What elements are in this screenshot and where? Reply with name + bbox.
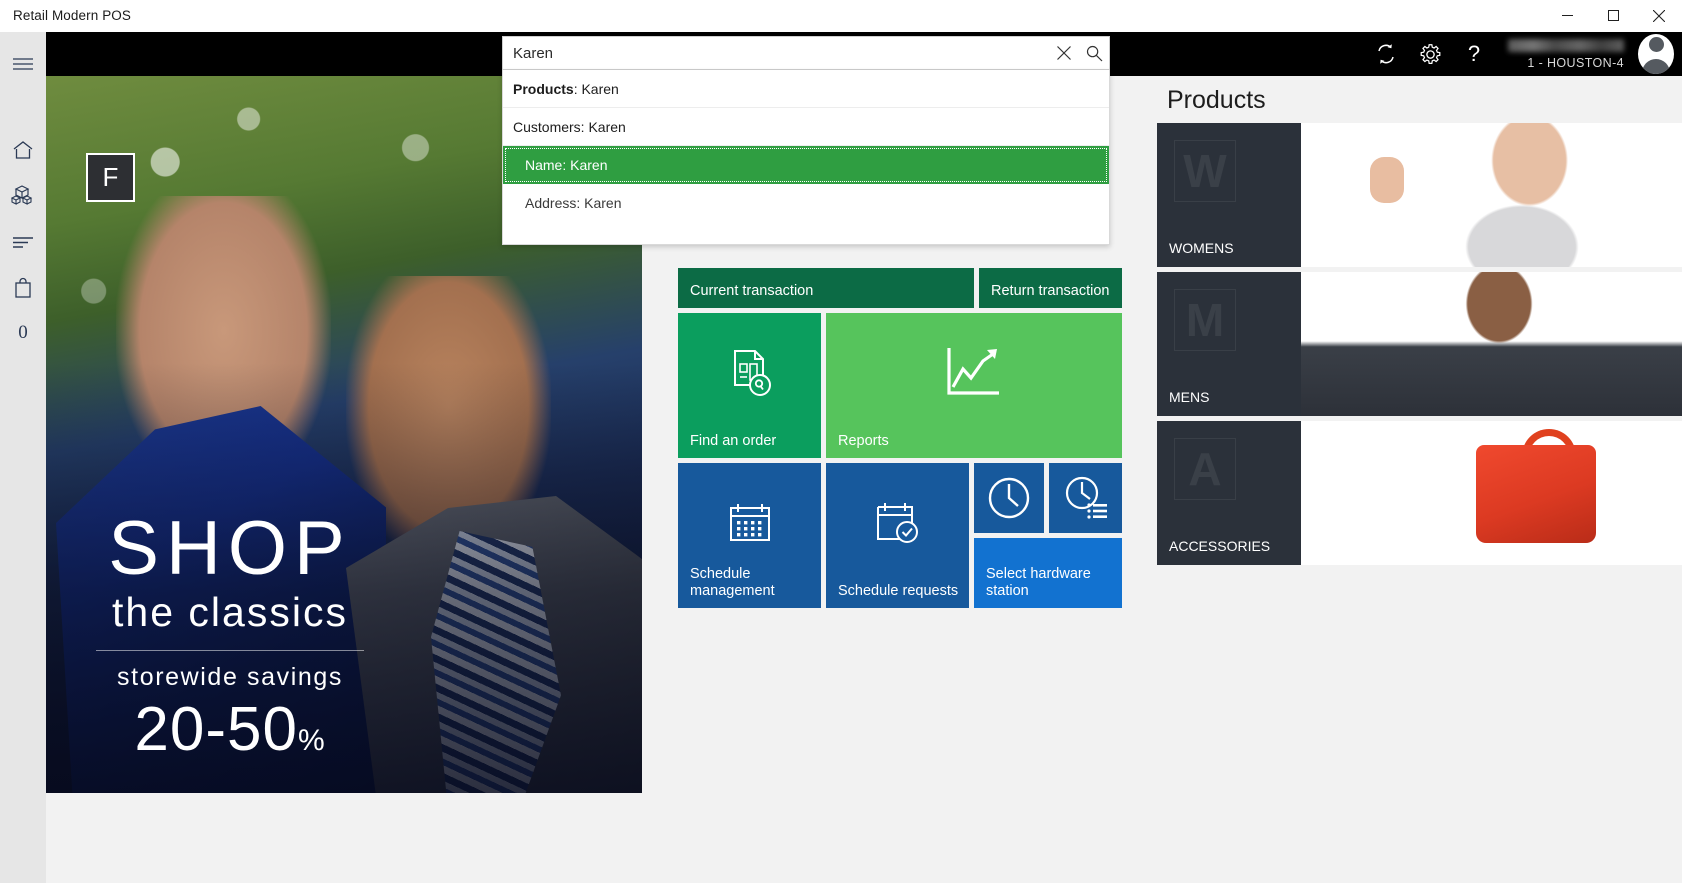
cart-count: 0 (18, 322, 28, 343)
avatar[interactable] (1634, 34, 1674, 74)
minimize-button[interactable] (1544, 0, 1590, 32)
window-controls (1544, 0, 1682, 32)
lines-icon (12, 235, 34, 254)
header-actions: ? 1 - HOUSTON-4 (1364, 32, 1682, 76)
product-image-womens (1301, 123, 1682, 267)
sync-icon[interactable] (1364, 32, 1408, 76)
boxes-icon (10, 184, 35, 212)
tile-reports[interactable]: Reports (826, 313, 1122, 458)
tile-current-transaction-label: Current transaction (690, 282, 814, 299)
search-box[interactable] (502, 36, 1110, 70)
tile-return-transaction[interactable]: Return transaction (979, 268, 1122, 308)
product-tile-womens[interactable]: W WOMENS (1157, 123, 1301, 267)
search-input[interactable] (503, 44, 1049, 62)
search-area: Products: Karen Customers: Karen Name: K… (502, 36, 1110, 245)
left-nav-rail: 0 (0, 32, 46, 883)
product-watermark-mens: M (1174, 289, 1236, 351)
product-label-womens: WOMENS (1169, 240, 1234, 256)
suggestion-products-rest: : Karen (573, 80, 619, 97)
search-suggestions: Products: Karen Customers: Karen Name: K… (502, 70, 1110, 245)
banner-headline: SHOP (108, 505, 352, 591)
product-watermark-womens: W (1174, 140, 1236, 202)
product-tile-mens[interactable]: M MENS (1157, 272, 1301, 416)
banner-divider (96, 650, 364, 651)
sidebar-item-journal[interactable] (0, 221, 46, 267)
product-label-accessories: ACCESSORIES (1169, 538, 1271, 554)
suggestion-products-bold: Products (513, 80, 574, 97)
suggestion-padding (503, 222, 1109, 244)
hamburger-icon[interactable] (0, 41, 46, 87)
tile-schedule-management-label: Schedule management (690, 565, 775, 599)
sidebar-item-products[interactable] (0, 175, 46, 221)
tile-current-transaction[interactable]: Current transaction (678, 268, 974, 308)
gear-icon[interactable] (1408, 32, 1452, 76)
product-image-mens (1301, 272, 1682, 416)
suggestion-name[interactable]: Name: Karen (503, 146, 1109, 184)
suggestion-name-label: Name: Karen (525, 157, 608, 173)
tile-time-clock-entries[interactable] (1049, 463, 1122, 533)
product-tile-accessories[interactable]: A ACCESSORIES (1157, 421, 1301, 565)
banner-savings: storewide savings (117, 663, 343, 691)
suggestion-products[interactable]: Products: Karen (503, 70, 1109, 108)
products-panel: Products W WOMENS M MENS A ACCESSORIES (1157, 76, 1682, 596)
question-mark-icon[interactable]: ? (1452, 32, 1496, 76)
app-window: Retail Modern POS 0 ? 1 - HOUSTON-4 Kare… (0, 0, 1682, 883)
close-icon[interactable] (1049, 37, 1079, 69)
tile-select-hardware-station-label: Select hardware station (986, 565, 1091, 599)
tile-schedule-management[interactable]: Schedule management (678, 463, 821, 608)
store-label: 1 - HOUSTON-4 (1527, 55, 1624, 70)
accessories-photo-bag (1476, 445, 1597, 543)
tile-schedule-requests[interactable]: Schedule requests (826, 463, 969, 608)
banner-subhead: the classics (112, 589, 348, 635)
avatar-icon (1638, 34, 1674, 74)
sidebar-item-cart[interactable] (0, 267, 46, 313)
tile-find-an-order[interactable]: Find an order (678, 313, 821, 458)
products-title: Products (1167, 86, 1266, 114)
banner-discount: 20-50% (90, 694, 370, 765)
svg-text:?: ? (1468, 42, 1480, 66)
suggestion-customers-label: Customers: Karen (513, 118, 626, 135)
user-name-blurred (1508, 38, 1624, 52)
tile-clock-in-out[interactable] (974, 463, 1044, 533)
home-icon (12, 140, 34, 165)
user-info[interactable]: 1 - HOUSTON-4 (1508, 32, 1624, 76)
shopping-bag-icon (13, 277, 33, 304)
suggestion-address[interactable]: Address: Karen (503, 184, 1109, 222)
window-title: Retail Modern POS (13, 8, 131, 23)
title-bar: Retail Modern POS (0, 0, 1682, 32)
product-image-accessories (1301, 421, 1682, 565)
product-row-womens[interactable]: W WOMENS (1157, 123, 1682, 267)
product-label-mens: MENS (1169, 389, 1210, 405)
maximize-button[interactable] (1590, 0, 1636, 32)
search-icon[interactable] (1079, 37, 1109, 69)
tile-return-transaction-label: Return transaction (991, 282, 1110, 299)
suggestion-address-label: Address: Karen (525, 195, 622, 211)
product-watermark-accessories: A (1174, 438, 1236, 500)
banner-badge: F (86, 153, 135, 202)
suggestion-customers[interactable]: Customers: Karen (503, 108, 1109, 146)
clock-list-icon (1049, 463, 1122, 533)
banner-copy: SHOP the classics storewide savings 20-5… (90, 505, 370, 765)
tile-schedule-requests-label: Schedule requests (838, 582, 959, 599)
tile-reports-label: Reports (838, 432, 889, 449)
tile-select-hardware-station[interactable]: Select hardware station (974, 538, 1122, 608)
banner-discount-percent: % (297, 724, 326, 757)
product-row-mens[interactable]: M MENS (1157, 272, 1682, 416)
close-button[interactable] (1636, 0, 1682, 32)
sidebar-item-home[interactable] (0, 129, 46, 175)
product-row-accessories[interactable]: A ACCESSORIES (1157, 421, 1682, 565)
tile-find-an-order-label: Find an order (690, 432, 777, 449)
clock-icon (974, 463, 1044, 533)
banner-discount-value: 20-50 (134, 695, 298, 764)
womens-photo-hand (1369, 157, 1404, 203)
